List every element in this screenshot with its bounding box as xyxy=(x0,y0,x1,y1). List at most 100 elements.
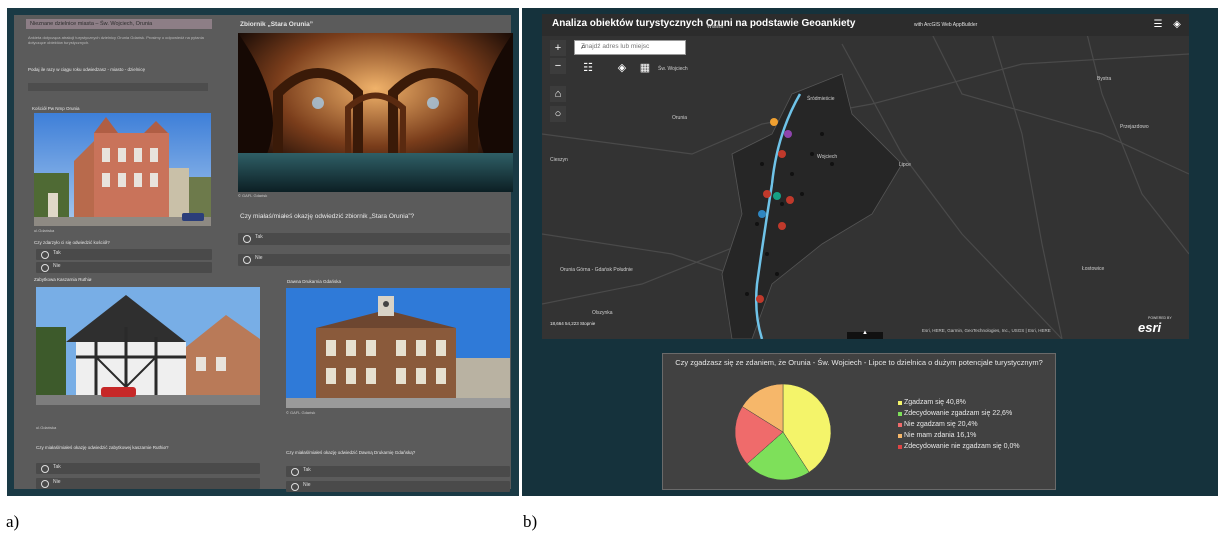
reservoir-photo xyxy=(238,33,513,192)
reservoir-option-yes[interactable]: Tak xyxy=(238,233,510,245)
layer-label: Św. Wojciech xyxy=(658,66,688,72)
radio-icon xyxy=(291,483,299,491)
label-tavern: Zabytkowa Kaszarnia Ruthiø xyxy=(34,277,92,282)
church-option-no[interactable]: Nie xyxy=(36,262,212,273)
option-label: Tak xyxy=(303,467,311,473)
map-label-srodmiescie: Śródmieście xyxy=(807,96,835,102)
option-label: Nie xyxy=(53,479,61,485)
webapp-screenshot: Analiza obiektów turystycznych Oruni na … xyxy=(522,8,1218,496)
legend-icon[interactable]: ☷ xyxy=(580,60,596,76)
option-label: Tak xyxy=(255,234,263,240)
option-label: Tak xyxy=(53,250,61,256)
depot-photo xyxy=(286,288,510,408)
option-label: Nie xyxy=(53,263,61,269)
legend-swatch xyxy=(898,433,902,438)
label-church: Kościół Pw Nmp Orunia xyxy=(32,106,80,111)
tavern-option-yes[interactable]: Tak xyxy=(36,463,260,474)
map-label-lostowice: Łostowice xyxy=(1082,266,1105,272)
visit-area-input[interactable] xyxy=(28,83,208,91)
tavern-option-no[interactable]: Nie xyxy=(36,478,260,489)
panel-toggle-button[interactable]: ▲ xyxy=(847,330,883,339)
radio-icon xyxy=(243,235,251,243)
map-attribution: Esri, HERE, Garmin, GeoTechnologies, Inc… xyxy=(922,328,1051,333)
legend-item: Zgadzam się 40,8% xyxy=(898,397,1020,408)
legend-item: Nie mam zdania 16,1% xyxy=(898,430,1020,441)
basemap-icon[interactable]: ▦ xyxy=(637,60,653,76)
church-photo-credit: ul.Gdańska xyxy=(34,228,55,233)
app-header: Analiza obiektów turystycznych Oruni na … xyxy=(542,14,1189,36)
home-icon[interactable]: ⌂ xyxy=(550,86,566,102)
legend-label: Nie mam zdania 16,1% xyxy=(904,432,977,439)
app-subtitle: with ArcGIS Web AppBuilder xyxy=(914,22,978,28)
option-label: Tak xyxy=(53,464,61,470)
question-reservoir: Czy miałaś/miałeś okazję odwiedzić zbior… xyxy=(240,213,415,220)
search-input[interactable]: Znajdź adres lub miejsc ⌕ xyxy=(574,40,686,55)
zoom-out-button[interactable]: − xyxy=(550,58,566,74)
legend-label: Nie zgadzam się 20,4% xyxy=(904,421,978,428)
map-view[interactable]: Analiza obiektów turystycznych Oruni na … xyxy=(542,14,1189,339)
radio-icon xyxy=(41,465,49,473)
option-label: Nie xyxy=(255,255,263,261)
survey-form-screenshot: Nieznane dzielnice miasta – Św. Wojciech… xyxy=(7,8,519,496)
legend-swatch xyxy=(898,400,902,405)
legend-label: Zdecydowanie zgadzam się 22,6% xyxy=(904,410,1013,417)
search-icon[interactable]: ⌕ xyxy=(581,41,682,52)
map-label-orunia: Orunia xyxy=(672,115,688,121)
caption-b: b) xyxy=(523,512,538,531)
survey-chart: Czy zgadzasz się ze zdaniem, że Orunia -… xyxy=(662,353,1056,490)
map-label-wislina: Wiślina xyxy=(707,24,724,30)
locate-icon[interactable]: ○ xyxy=(550,106,566,122)
map-label-przejazdowo: Przejazdowo xyxy=(1120,124,1149,130)
map-label-olszynka: Olszynka xyxy=(592,310,613,316)
zoom-in-button[interactable]: + xyxy=(550,40,566,56)
list-icon[interactable]: ☰ xyxy=(1150,17,1166,33)
question-depot: Czy miałaś/miałeś okazję odwiedzić Dawną… xyxy=(286,450,416,455)
legend-item: Zdecydowanie nie zgadzam się 0,0% xyxy=(898,441,1020,452)
legend-swatch xyxy=(898,422,902,427)
chart-legend: Zgadzam się 40,8% Zdecydowanie zgadzam si… xyxy=(898,397,1020,452)
label-depot: Dawna Drukarnia Gdańska xyxy=(287,279,342,284)
pie-chart xyxy=(734,383,832,481)
reservoir-photo-credit: © GAFL Gdańsk xyxy=(238,193,268,198)
radio-icon xyxy=(291,468,299,476)
question-visit-area: Podaj ile razy w ciągu roku odwiedzasz -… xyxy=(28,67,146,72)
radio-icon xyxy=(41,480,49,488)
caption-a: a) xyxy=(6,512,20,531)
scale-readout: 18,664 54,223 Stopnie xyxy=(550,321,596,326)
depot-option-no[interactable]: Nie xyxy=(286,481,510,492)
radio-icon xyxy=(243,256,251,264)
chart-title: Czy zgadzasz się ze zdaniem, że Orunia -… xyxy=(675,358,1043,367)
layer-list-icon[interactable]: ◈ xyxy=(614,60,630,76)
legend-item: Nie zgadzam się 20,4% xyxy=(898,419,1020,430)
tavern-photo-credit: ul.Gdańska xyxy=(36,425,57,430)
map-label-bystra: Bystra xyxy=(1097,76,1112,82)
question-tavern: Czy miałaś/miałeś okazję odwiedzić zabyt… xyxy=(36,445,169,450)
layers-icon[interactable]: ◈ xyxy=(1169,17,1185,33)
reservoir-heading: Zbiornik „Stara Orunia” xyxy=(240,21,313,28)
radio-icon xyxy=(41,251,49,259)
map-label-cieszyn: Cieszyn xyxy=(550,157,568,163)
legend-item: Zdecydowanie zgadzam się 22,6% xyxy=(898,408,1020,419)
survey-title-bar: Nieznane dzielnice miasta – Św. Wojciech… xyxy=(26,19,212,29)
church-option-yes[interactable]: Tak xyxy=(36,249,212,260)
app-title: Analiza obiektów turystycznych Oruni na … xyxy=(552,18,856,29)
option-label: Nie xyxy=(303,482,311,488)
map-label-wojciech: Wojciech xyxy=(817,154,838,160)
chevron-up-icon: ▲ xyxy=(862,330,868,336)
legend-label: Zgadzam się 40,8% xyxy=(904,399,966,406)
church-photo xyxy=(34,113,211,226)
legend-swatch xyxy=(898,444,902,449)
depot-photo-credit: © GAFL Gdańsk xyxy=(286,410,316,415)
map-label-orunia-gorna: Orunia Górna - Gdańsk Południe xyxy=(560,267,633,273)
legend-label: Zdecydowanie nie zgadzam się 0,0% xyxy=(904,443,1020,450)
survey-intro: Ankieta dotycząca atrakcji turystycznych… xyxy=(28,35,204,45)
radio-icon xyxy=(41,264,49,272)
esri-logo: esri xyxy=(1138,320,1162,335)
legend-swatch xyxy=(898,411,902,416)
tavern-photo xyxy=(36,287,260,405)
question-church: Czy zdarzyło ci się odwiedzić kościół? xyxy=(34,240,110,245)
map-label-lipce: Lipce xyxy=(899,162,911,168)
survey-title: Nieznane dzielnice miasta – Św. Wojciech… xyxy=(30,21,153,27)
reservoir-option-no[interactable]: Nie xyxy=(238,254,510,266)
depot-option-yes[interactable]: Tak xyxy=(286,466,510,477)
